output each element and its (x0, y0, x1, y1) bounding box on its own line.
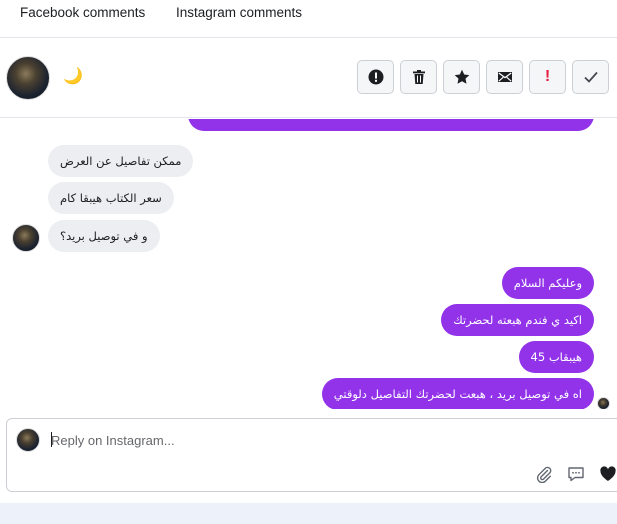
text-caret (51, 432, 52, 447)
message-bubble-incoming: و في توصيل بريد؟ (48, 220, 160, 252)
mark-important-button[interactable]: ! (529, 60, 566, 94)
trash-icon (412, 70, 425, 84)
alert-circle-icon (368, 69, 383, 85)
tab-instagram-comments[interactable]: Instagram comments (176, 5, 302, 20)
footer-bar (0, 503, 617, 524)
sender-avatar (12, 224, 40, 252)
comment-tabs: Facebook comments Instagram comments (0, 0, 617, 38)
message-thread[interactable]: ممكن تفاصيل عن العرض سعر الكتاب هيبقا كا… (0, 119, 617, 409)
message-bubble-outgoing: اكيد ي فندم هبعته لحضرتك (441, 304, 594, 336)
seen-avatar (597, 397, 610, 409)
star-button[interactable] (443, 60, 480, 94)
message-bubble-outgoing: وعليكم السلام (501, 267, 594, 299)
attachment-icon[interactable] (535, 465, 553, 483)
message-bubble-outgoing-partial (188, 119, 594, 131)
avatar[interactable] (6, 56, 50, 100)
comment-icon[interactable] (567, 465, 585, 483)
reply-box (6, 418, 617, 492)
envelope-icon (497, 72, 512, 82)
alert-icon-button[interactable] (357, 60, 394, 94)
star-icon (454, 69, 469, 84)
reply-tools (535, 465, 617, 483)
heart-icon[interactable] (599, 465, 617, 483)
tab-facebook-comments[interactable]: Facebook comments (20, 5, 145, 20)
message-bubble-outgoing: اه في توصيل بريد ، هبعت لحضرتك التفاصيل … (321, 378, 594, 409)
avatar (16, 428, 40, 452)
message-bubble-outgoing: هيبقاب 45 (518, 341, 594, 373)
status-emoji: 🌙 (63, 66, 83, 85)
delete-button[interactable] (400, 60, 437, 94)
message-bubble-incoming: سعر الكتاب هيبقا كام (48, 182, 174, 214)
message-bubble-incoming: ممكن تفاصيل عن العرض (48, 145, 194, 177)
conversation-header: 🌙 ! (0, 38, 617, 118)
mail-button[interactable] (486, 60, 523, 94)
exclamation-icon: ! (544, 68, 551, 85)
done-button[interactable] (572, 60, 609, 94)
reply-input[interactable] (51, 430, 451, 450)
action-toolbar: ! (357, 60, 609, 94)
check-icon (583, 71, 598, 83)
